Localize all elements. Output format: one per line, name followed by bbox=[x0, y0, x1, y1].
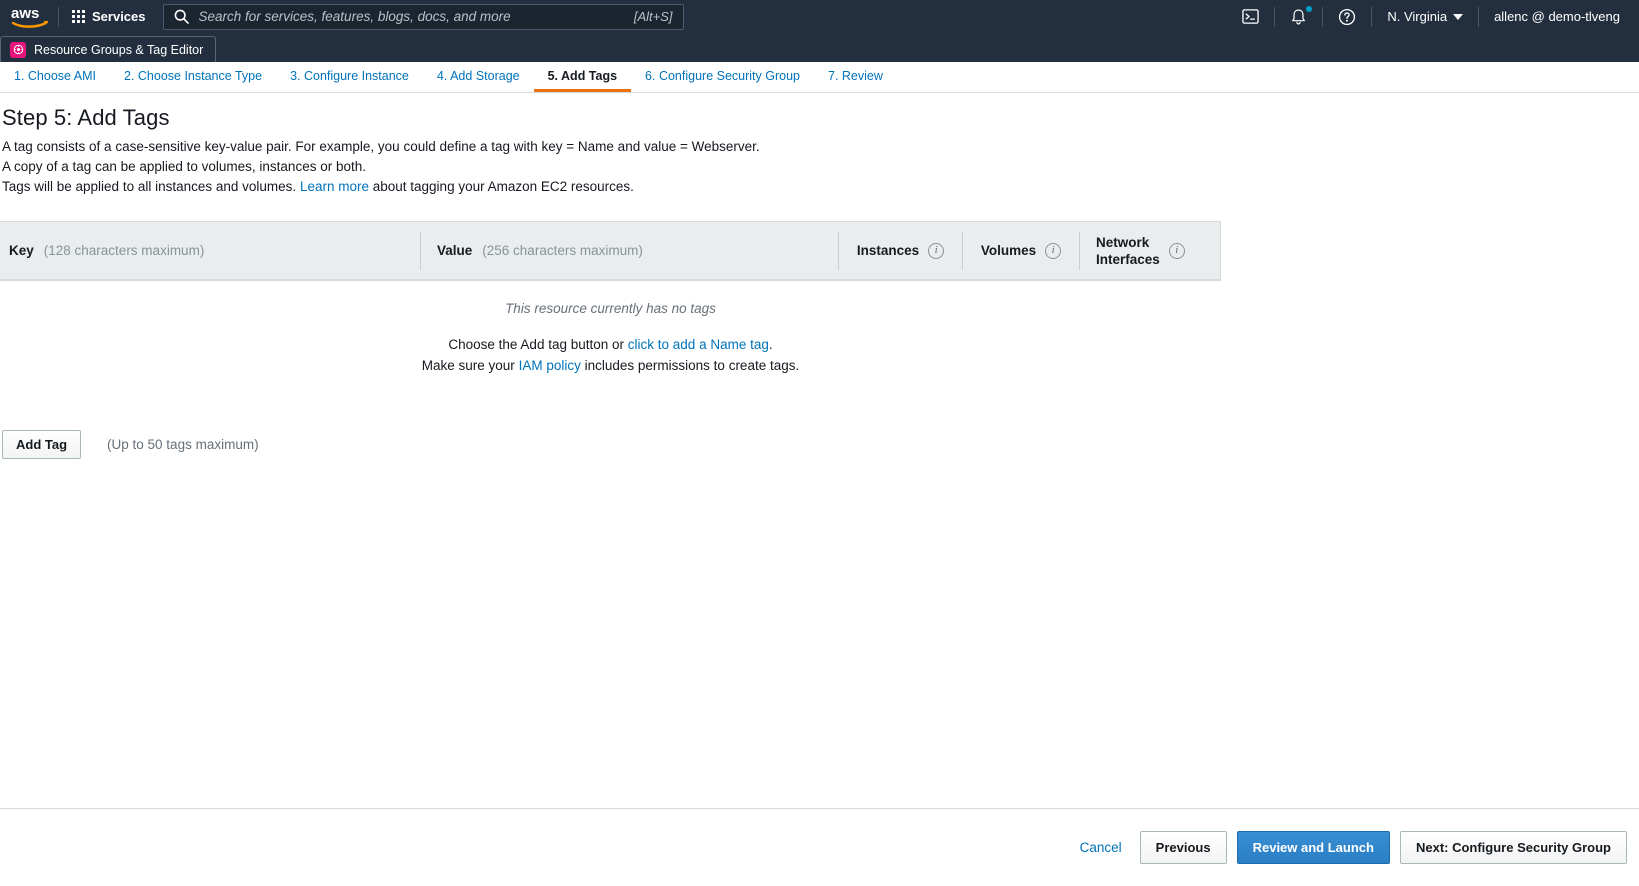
question-circle-icon bbox=[1339, 8, 1356, 25]
notification-indicator-dot bbox=[1306, 6, 1313, 12]
value-label: Value bbox=[437, 243, 473, 258]
wizard-step-label: 3. Configure Instance bbox=[290, 69, 409, 83]
key-hint: (128 characters maximum) bbox=[43, 243, 205, 258]
wizard-step-label: 2. Choose Instance Type bbox=[124, 69, 263, 83]
description-line-1: A tag consists of a case-sensitive key-v… bbox=[2, 139, 760, 154]
column-header-network-interfaces: Network Interfaces i bbox=[1079, 231, 1219, 270]
chevron-down-icon bbox=[1453, 13, 1464, 20]
aws-logo-icon[interactable]: aws bbox=[6, 5, 54, 29]
add-tag-button[interactable]: Add Tag bbox=[2, 430, 82, 459]
description-line-3: Tags will be applied to all instances an… bbox=[0, 177, 1639, 197]
resource-groups-label: Resource Groups & Tag Editor bbox=[34, 42, 204, 57]
account-label: allenc @ demo-tlveng bbox=[1494, 9, 1620, 24]
empty-text: . bbox=[768, 337, 773, 352]
grid-icon bbox=[72, 10, 85, 23]
wizard-step-label: 4. Add Storage bbox=[436, 69, 520, 83]
wizard-step-7-review[interactable]: 7. Review bbox=[814, 62, 897, 92]
empty-text: Choose the Add tag button or bbox=[448, 337, 625, 352]
nav-divider bbox=[58, 6, 59, 27]
terminal-icon bbox=[1242, 9, 1260, 24]
tags-table: Key (128 characters maximum) Value (256 … bbox=[0, 221, 1221, 281]
region-selector[interactable]: N. Virginia bbox=[1372, 0, 1478, 33]
wizard-step-5-add-tags[interactable]: 5. Add Tags bbox=[533, 62, 632, 92]
previous-button[interactable]: Previous bbox=[1139, 831, 1227, 864]
description-text: Tags will be applied to all instances an… bbox=[2, 179, 297, 194]
main-content: Step 5: Add Tags A tag consists of a cas… bbox=[0, 93, 1639, 459]
topbar-right-group: N. Virginia allenc @ demo-tlveng bbox=[1227, 0, 1639, 33]
column-header-value: Value (256 characters maximum) bbox=[420, 231, 838, 270]
tags-empty-state: This resource currently has no tags Choo… bbox=[0, 281, 1221, 402]
empty-state-line-2: Make sure your IAM policy includes permi… bbox=[0, 355, 1221, 376]
column-header-key: Key (128 characters maximum) bbox=[0, 232, 420, 270]
services-menu-button[interactable]: Services bbox=[63, 4, 155, 29]
next-configure-security-group-button[interactable]: Next: Configure Security Group bbox=[1399, 831, 1627, 864]
wizard-step-label: 6. Configure Security Group bbox=[645, 69, 800, 83]
resource-groups-bar: Resource Groups & Tag Editor bbox=[0, 33, 1639, 62]
iam-policy-link[interactable]: IAM policy bbox=[519, 358, 581, 373]
wizard-step-3-configure-instance[interactable]: 3. Configure Instance bbox=[276, 62, 423, 92]
no-tags-message: This resource currently has no tags bbox=[505, 301, 716, 316]
description-line-2: A copy of a tag can be applied to volume… bbox=[2, 159, 366, 174]
wizard-step-1-choose-ami[interactable]: 1. Choose AMI bbox=[6, 62, 110, 92]
info-icon[interactable]: i bbox=[1168, 242, 1185, 259]
empty-text: includes permissions to create tags. bbox=[584, 358, 800, 373]
instances-label: Instances bbox=[856, 243, 920, 258]
resource-groups-tab[interactable]: Resource Groups & Tag Editor bbox=[0, 36, 217, 62]
search-shortcut-hint: [Alt+S] bbox=[633, 9, 673, 24]
wizard-step-4-add-storage[interactable]: 4. Add Storage bbox=[423, 62, 534, 92]
add-name-tag-link[interactable]: click to add a Name tag bbox=[628, 337, 769, 352]
aws-top-navigation: aws Services [Alt+S] bbox=[0, 0, 1639, 33]
wizard-step-2-choose-instance-type[interactable]: 2. Choose Instance Type bbox=[110, 62, 276, 92]
wizard-step-label: 7. Review bbox=[828, 69, 883, 83]
empty-state-line-1: Choose the Add tag button or click to ad… bbox=[0, 334, 1221, 355]
page-root: aws Services [Alt+S] bbox=[0, 0, 1639, 886]
wizard-step-label: 5. Add Tags bbox=[547, 69, 618, 83]
notifications-button[interactable] bbox=[1275, 0, 1322, 33]
learn-more-link[interactable]: Learn more bbox=[300, 179, 369, 194]
cloudshell-button[interactable] bbox=[1227, 0, 1274, 33]
resource-groups-icon bbox=[10, 41, 26, 58]
netif-label-line2: Interfaces bbox=[1096, 251, 1160, 267]
services-label: Services bbox=[92, 9, 146, 24]
help-button[interactable] bbox=[1323, 0, 1371, 33]
cancel-button[interactable]: Cancel bbox=[1072, 834, 1130, 861]
netif-label-line1: Network bbox=[1096, 234, 1150, 250]
review-and-launch-button[interactable]: Review and Launch bbox=[1236, 831, 1390, 864]
value-hint: (256 characters maximum) bbox=[482, 243, 643, 258]
wizard-step-navigation: 1. Choose AMI 2. Choose Instance Type 3.… bbox=[0, 62, 1639, 93]
account-menu[interactable]: allenc @ demo-tlveng bbox=[1479, 0, 1635, 33]
tags-table-header-row: Key (128 characters maximum) Value (256 … bbox=[0, 222, 1220, 280]
column-header-volumes: Volumes i bbox=[962, 231, 1079, 270]
description-text: about tagging your Amazon EC2 resources. bbox=[372, 179, 634, 194]
search-input[interactable] bbox=[198, 9, 628, 24]
wizard-footer: Cancel Previous Review and Launch Next: … bbox=[0, 808, 1639, 886]
key-label: Key bbox=[9, 243, 34, 258]
add-tag-hint: (Up to 50 tags maximum) bbox=[107, 437, 259, 452]
search-icon bbox=[174, 9, 189, 24]
add-tag-row: Add Tag (Up to 50 tags maximum) bbox=[0, 430, 1639, 459]
search-box[interactable]: [Alt+S] bbox=[162, 3, 684, 30]
info-icon[interactable]: i bbox=[1045, 242, 1062, 259]
page-title: Step 5: Add Tags bbox=[2, 105, 170, 130]
info-icon[interactable]: i bbox=[928, 242, 945, 259]
wizard-step-label: 1. Choose AMI bbox=[14, 69, 96, 83]
bell-icon bbox=[1292, 8, 1306, 25]
wizard-step-6-configure-security-group[interactable]: 6. Configure Security Group bbox=[631, 62, 814, 92]
region-label: N. Virginia bbox=[1387, 9, 1448, 24]
empty-text: Make sure your bbox=[421, 358, 515, 373]
volumes-label: Volumes bbox=[980, 243, 1037, 258]
svg-text:aws: aws bbox=[11, 5, 39, 22]
column-header-instances: Instances i bbox=[838, 231, 962, 270]
